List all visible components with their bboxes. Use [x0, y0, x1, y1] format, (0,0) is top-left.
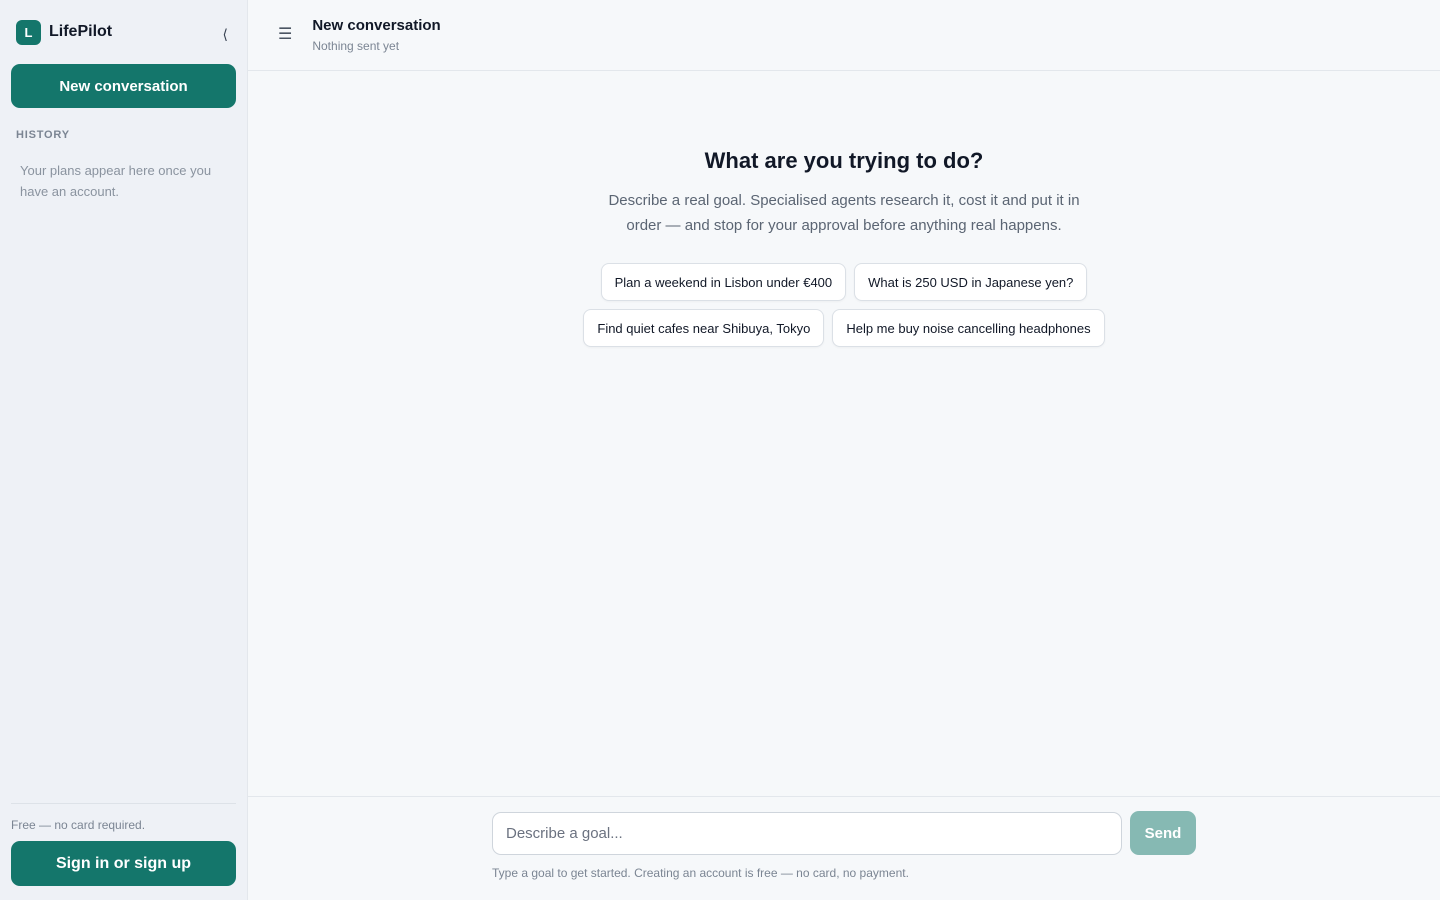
history-empty-text: Your plans appear here once you have an …: [20, 163, 212, 199]
conversation-header: New conversation Nothing sent yet: [312, 17, 440, 53]
main-panel: ☰ New conversation Nothing sent yet What…: [248, 0, 1440, 900]
history-heading: HISTORY: [16, 129, 70, 141]
free-note: Free — no card required.: [11, 818, 146, 832]
suggestion-chip[interactable]: Plan a weekend in Lisbon under €400: [600, 263, 847, 301]
send-button[interactable]: Send: [1130, 811, 1196, 855]
suggestion-chip[interactable]: Help me buy noise cancelling headphones: [832, 309, 1105, 347]
app-root: L LifePilot ⟨ New conversation HISTORY Y…: [0, 0, 1440, 900]
hero-title: What are you trying to do?: [704, 148, 984, 173]
sidebar-footer: Free — no card required. Sign in or sign…: [11, 803, 236, 886]
goal-input[interactable]: [492, 812, 1122, 855]
suggestion-row: Find quiet cafes near Shibuya, Tokyo Hel…: [583, 309, 1105, 347]
new-conversation-button[interactable]: New conversation: [11, 64, 236, 108]
empty-state: What are you trying to do? Describe a re…: [248, 148, 1440, 347]
composer: Send Type a goal to get started. Creatin…: [248, 796, 1440, 900]
brand: L LifePilot ⟨: [11, 0, 236, 64]
conversation-subtitle: Nothing sent yet: [312, 39, 400, 53]
conversation-title: New conversation: [312, 17, 441, 34]
sign-in-button[interactable]: Sign in or sign up: [11, 841, 236, 886]
brand-logo-icon: L: [16, 19, 41, 45]
brand-name: LifePilot: [49, 23, 113, 40]
suggestion-chip[interactable]: Find quiet cafes near Shibuya, Tokyo: [583, 309, 825, 347]
suggestion-chips: Plan a weekend in Lisbon under €400 What…: [583, 263, 1105, 347]
collapse-sidebar-icon[interactable]: ⟨: [223, 26, 228, 43]
menu-icon[interactable]: ☰: [278, 24, 292, 44]
topbar: ☰ New conversation Nothing sent yet: [248, 0, 1440, 71]
suggestion-chip[interactable]: What is 250 USD in Japanese yen?: [854, 263, 1088, 301]
goal-input-wrap: [492, 812, 1122, 855]
sidebar: L LifePilot ⟨ New conversation HISTORY Y…: [0, 0, 248, 900]
hero-description: Describe a real goal. Specialised agents…: [608, 192, 1080, 234]
suggestion-row: Plan a weekend in Lisbon under €400 What…: [600, 263, 1088, 301]
composer-note: Type a goal to get started. Creating an …: [492, 866, 909, 880]
